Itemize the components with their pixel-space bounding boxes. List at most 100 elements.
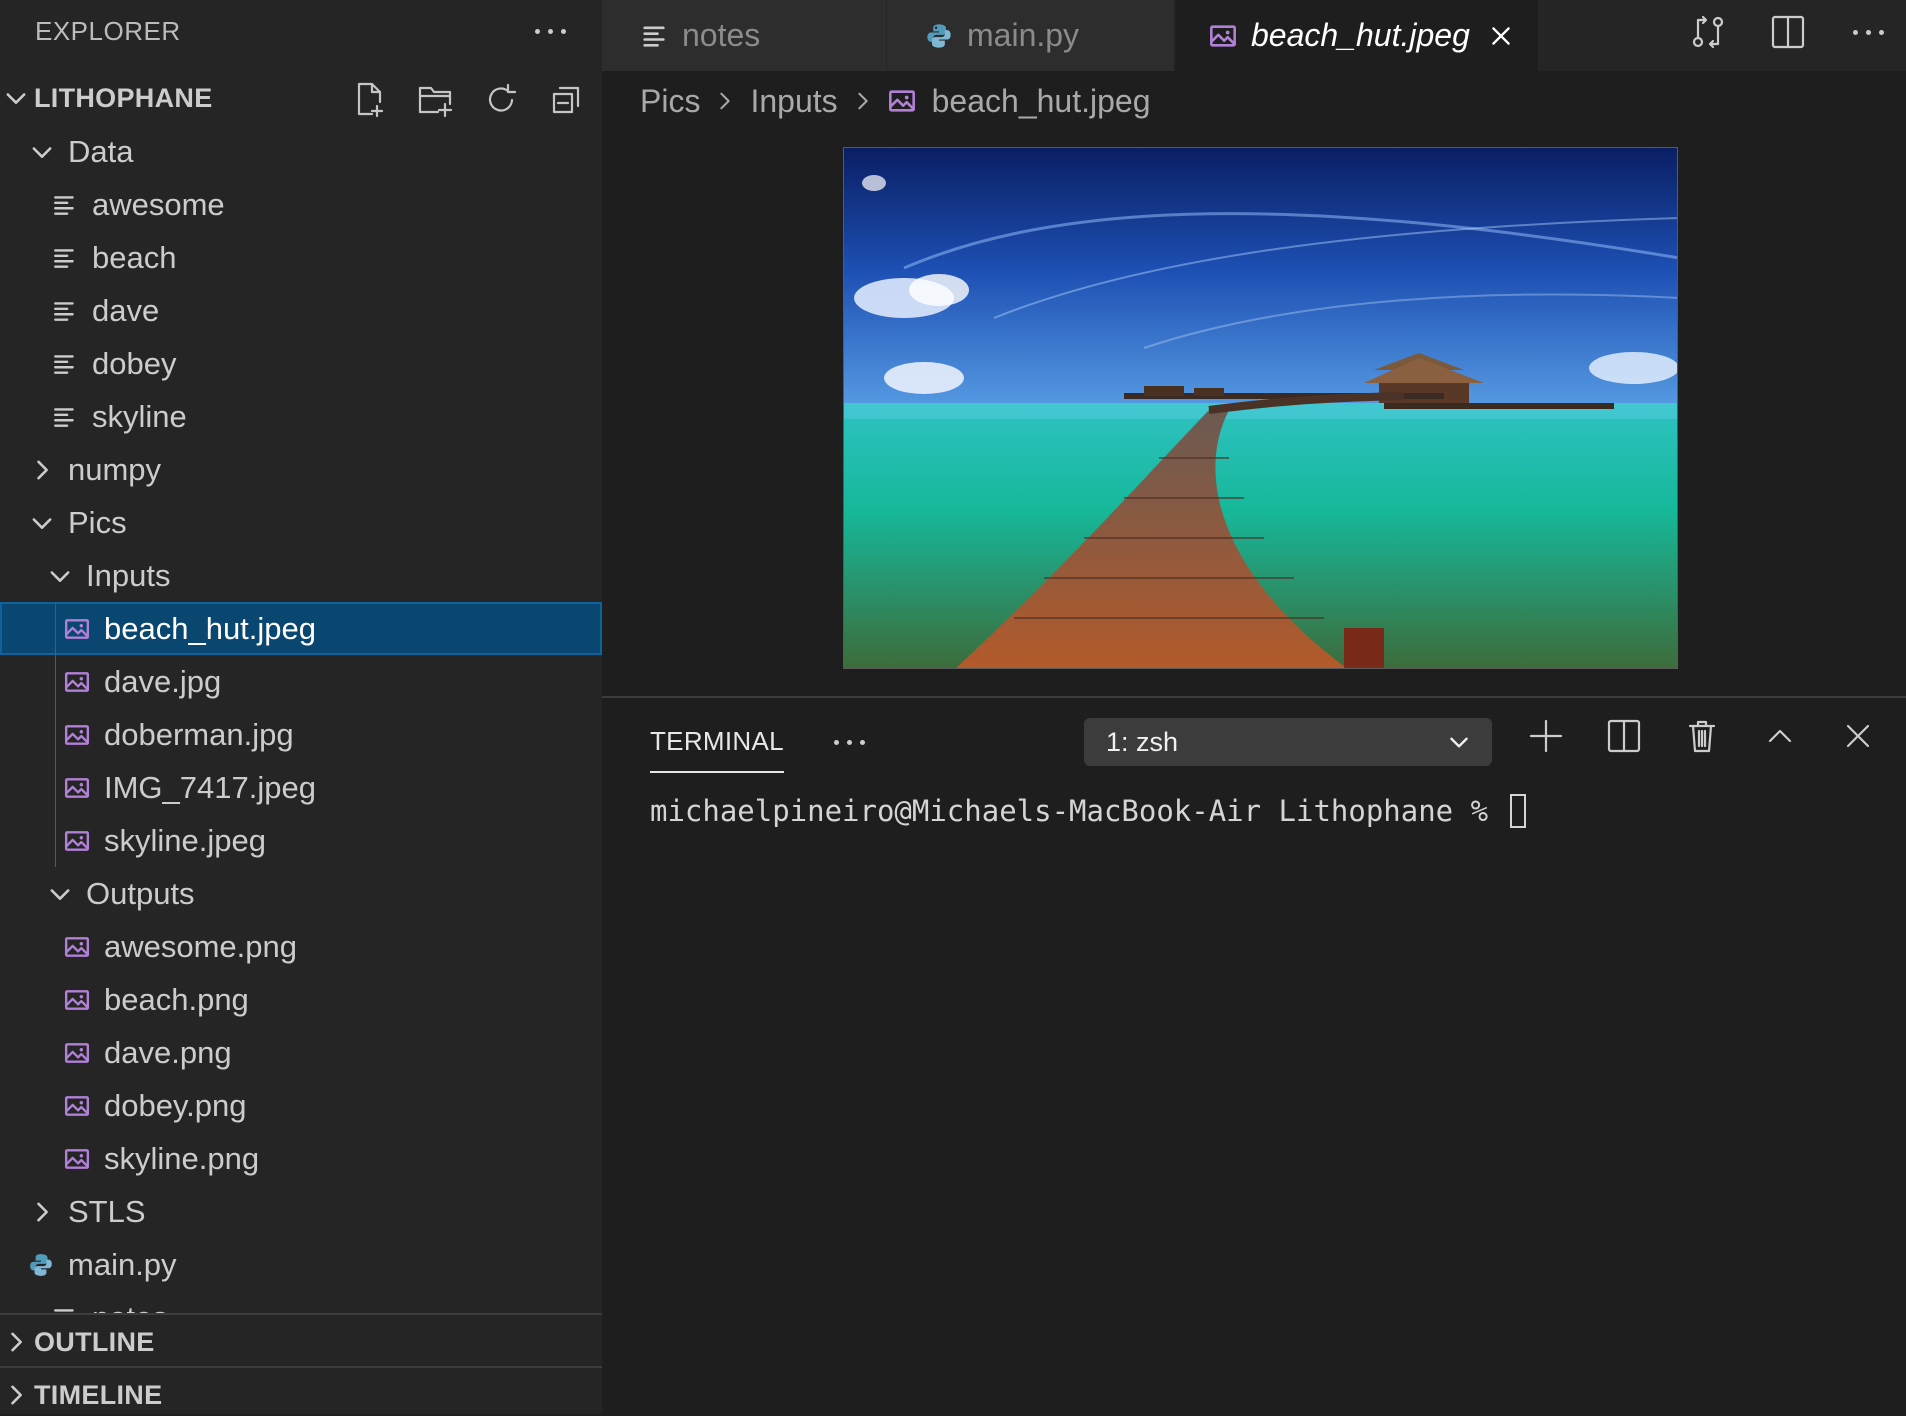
folder-data[interactable]: Data bbox=[0, 125, 602, 178]
tab-notes[interactable]: notes bbox=[602, 0, 887, 71]
new-file-button[interactable] bbox=[350, 80, 388, 118]
tree-item-label: dave.png bbox=[104, 1034, 232, 1070]
terminal-output[interactable]: michaelpineiro@Michaels-MacBook-Air Lith… bbox=[650, 794, 1526, 828]
terminal-instance-select[interactable]: 1: zsh bbox=[1084, 718, 1492, 766]
file-dave[interactable]: dave bbox=[0, 284, 602, 337]
file-doberman-jpg[interactable]: doberman.jpg bbox=[0, 708, 602, 761]
file-skyline-png[interactable]: skyline.png bbox=[0, 1132, 602, 1185]
file-awesome[interactable]: awesome bbox=[0, 178, 602, 231]
chevron-down-icon bbox=[50, 888, 70, 900]
breadcrumb-item-inputs[interactable]: Inputs bbox=[750, 83, 837, 120]
outline-label: OUTLINE bbox=[34, 1326, 155, 1357]
editor-actions bbox=[1688, 12, 1888, 52]
refresh-explorer-button[interactable] bbox=[482, 80, 520, 118]
refresh-icon bbox=[488, 83, 517, 112]
project-actions bbox=[350, 80, 586, 118]
tree-item-label: dobey.png bbox=[104, 1087, 247, 1123]
kill-terminal-button[interactable] bbox=[1682, 716, 1722, 756]
compare-changes-icon bbox=[1692, 15, 1724, 49]
timeline-section-header[interactable]: TIMELINE bbox=[0, 1369, 602, 1414]
tree-item-label: numpy bbox=[68, 451, 162, 487]
close-panel-button[interactable] bbox=[1838, 716, 1878, 756]
file-beach-png[interactable]: beach.png bbox=[0, 973, 602, 1026]
new-file-icon bbox=[357, 82, 384, 118]
editor-tab-bar: notes main.py beach_hut.jpeg bbox=[602, 0, 1906, 71]
beach-hut-image bbox=[844, 148, 1677, 668]
image-file-icon bbox=[64, 936, 90, 957]
tree-item-label: Data bbox=[68, 133, 134, 169]
chevron-right-icon bbox=[11, 1332, 22, 1352]
tab-beach-hut-jpeg[interactable]: beach_hut.jpeg bbox=[1175, 0, 1539, 71]
breadcrumb-item-pics[interactable]: Pics bbox=[640, 83, 700, 120]
close-tab-icon[interactable] bbox=[1488, 23, 1514, 49]
tab-terminal[interactable]: TERMINAL bbox=[650, 726, 784, 773]
file-beach[interactable]: beach bbox=[0, 231, 602, 284]
text-file-icon bbox=[54, 301, 74, 321]
chevron-right-icon bbox=[11, 1385, 22, 1405]
file-dave-png[interactable]: dave.png bbox=[0, 1026, 602, 1079]
editor-more-actions-button[interactable] bbox=[1848, 12, 1888, 52]
panel-actions bbox=[1526, 716, 1878, 756]
chevron-down-icon bbox=[32, 146, 52, 158]
folder-outputs[interactable]: Outputs bbox=[0, 867, 602, 920]
file-dobey[interactable]: dobey bbox=[0, 337, 602, 390]
file-notes[interactable]: notes bbox=[0, 1291, 602, 1313]
tree-item-label: STLS bbox=[68, 1193, 146, 1229]
image-file-icon bbox=[888, 90, 915, 112]
python-icon bbox=[927, 23, 951, 48]
split-editor-button[interactable] bbox=[1768, 12, 1808, 52]
file-main-py[interactable]: main.py bbox=[0, 1238, 602, 1291]
terminal-select-value: 1: zsh bbox=[1106, 726, 1179, 757]
tree-item-label: Outputs bbox=[86, 875, 195, 911]
text-file-icon bbox=[54, 354, 74, 374]
split-terminal-icon bbox=[1607, 719, 1641, 753]
image-file-icon bbox=[64, 1095, 90, 1116]
chevron-down-icon bbox=[50, 570, 70, 582]
project-section-header[interactable]: LITHOPHANE bbox=[0, 72, 602, 124]
tree-item-label: skyline bbox=[92, 398, 187, 434]
explorer-more-actions-button[interactable] bbox=[535, 28, 566, 34]
tab-main-py[interactable]: main.py bbox=[887, 0, 1175, 71]
text-file-icon bbox=[54, 407, 74, 427]
breadcrumb-item-file[interactable]: beach_hut.jpeg bbox=[932, 83, 1151, 120]
folder-inputs[interactable]: Inputs bbox=[0, 549, 602, 602]
outline-section-header[interactable]: OUTLINE bbox=[0, 1316, 602, 1368]
tree-item-label: skyline.jpeg bbox=[104, 822, 266, 858]
tree-item-label: dave.jpg bbox=[104, 663, 222, 699]
new-folder-button[interactable] bbox=[416, 80, 454, 118]
tree-item-label: IMG_7417.jpeg bbox=[104, 769, 316, 805]
file-dave-jpg[interactable]: dave.jpg bbox=[0, 655, 602, 708]
file-awesome-png[interactable]: awesome.png bbox=[0, 920, 602, 973]
tab-label: beach_hut.jpeg bbox=[1251, 17, 1470, 53]
panel-more-actions-button[interactable] bbox=[834, 740, 865, 745]
open-changes-button[interactable] bbox=[1688, 12, 1728, 52]
image-file-icon bbox=[64, 1042, 90, 1063]
tree-item-label: beach.png bbox=[104, 981, 249, 1017]
file-beach-hut-jpeg[interactable]: beach_hut.jpeg bbox=[0, 602, 602, 655]
file-skyline[interactable]: skyline bbox=[0, 390, 602, 443]
tree-item-label: awesome bbox=[92, 186, 225, 222]
maximize-panel-button[interactable] bbox=[1760, 716, 1800, 756]
file-dobey-png[interactable]: dobey.png bbox=[0, 1079, 602, 1132]
tree-item-label: dave bbox=[92, 292, 160, 328]
plus-icon bbox=[1529, 719, 1563, 753]
folder-stls[interactable]: STLS bbox=[0, 1185, 602, 1238]
split-terminal-button[interactable] bbox=[1604, 716, 1644, 756]
tree-item-label: Inputs bbox=[86, 557, 171, 593]
image-file-icon bbox=[64, 618, 90, 639]
file-skyline-jpeg[interactable]: skyline.jpeg bbox=[0, 814, 602, 867]
new-terminal-button[interactable] bbox=[1526, 716, 1566, 756]
file-img-7417-jpeg[interactable]: IMG_7417.jpeg bbox=[0, 761, 602, 814]
collapse-folders-button[interactable] bbox=[548, 80, 586, 118]
folder-numpy[interactable]: numpy bbox=[0, 443, 602, 496]
project-name: LITHOPHANE bbox=[34, 82, 213, 113]
folder-pics[interactable]: Pics bbox=[0, 496, 602, 549]
tree-item-label: beach_hut.jpeg bbox=[104, 610, 317, 646]
close-icon bbox=[1846, 724, 1870, 748]
breadcrumb: Pics Inputs beach_hut.jpeg bbox=[640, 73, 1150, 129]
section-divider bbox=[0, 1366, 602, 1368]
tree-item-label: notes bbox=[92, 1300, 168, 1314]
explorer-header: EXPLORER bbox=[0, 0, 602, 62]
chevron-down-icon bbox=[6, 93, 26, 104]
image-file-icon bbox=[64, 671, 90, 692]
